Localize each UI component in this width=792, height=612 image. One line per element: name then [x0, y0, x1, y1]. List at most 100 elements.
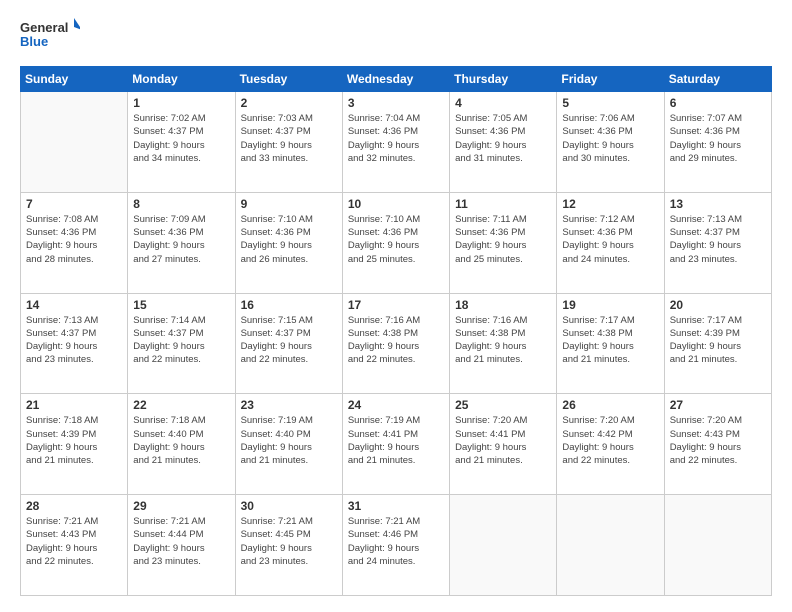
day-number: 13 — [670, 197, 766, 211]
day-number: 23 — [241, 398, 337, 412]
day-cell: 25 Sunrise: 7:20 AMSunset: 4:41 PMDayligh… — [450, 394, 557, 495]
day-number: 28 — [26, 499, 122, 513]
day-number: 26 — [562, 398, 658, 412]
svg-text:Blue: Blue — [20, 34, 48, 49]
day-cell: 8Sunrise: 7:09 AMSunset: 4:36 PMDaylight… — [128, 192, 235, 293]
day-cell: 5 Sunrise: 7:06 AMSunset: 4:36 PMDaylight… — [557, 92, 664, 193]
day-number: 1 — [133, 96, 229, 110]
day-number: 16 — [241, 298, 337, 312]
svg-text:General: General — [20, 20, 68, 35]
day-info: Sunrise: 7:09 AMSunset: 4:36 PMDaylight:… — [133, 213, 229, 266]
day-cell: 21 Sunrise: 7:18 AMSunset: 4:39 PMDayligh… — [21, 394, 128, 495]
day-number: 31 — [348, 499, 444, 513]
day-info: Sunrise: 7:20 AMSunset: 4:42 PMDaylight:… — [562, 414, 658, 467]
day-number: 19 — [562, 298, 658, 312]
day-number: 14 — [26, 298, 122, 312]
day-info: Sunrise: 7:08 AMSunset: 4:36 PMDaylight:… — [26, 213, 122, 266]
header-cell-friday: Friday — [557, 67, 664, 92]
day-cell — [21, 92, 128, 193]
day-cell: 29 Sunrise: 7:21 AMSunset: 4:44 PMDayligh… — [128, 495, 235, 596]
day-info: Sunrise: 7:13 AMSunset: 4:37 PMDaylight:… — [670, 213, 766, 266]
day-number: 30 — [241, 499, 337, 513]
week-row-4: 21 Sunrise: 7:18 AMSunset: 4:39 PMDayligh… — [21, 394, 772, 495]
day-cell: 30 Sunrise: 7:21 AMSunset: 4:45 PMDayligh… — [235, 495, 342, 596]
day-cell: 17 Sunrise: 7:16 AMSunset: 4:38 PMDayligh… — [342, 293, 449, 394]
day-info: Sunrise: 7:14 AMSunset: 4:37 PMDaylight:… — [133, 314, 229, 367]
day-info: Sunrise: 7:20 AMSunset: 4:43 PMDaylight:… — [670, 414, 766, 467]
day-number: 7 — [26, 197, 122, 211]
day-cell: 16 Sunrise: 7:15 AMSunset: 4:37 PMDayligh… — [235, 293, 342, 394]
day-number: 4 — [455, 96, 551, 110]
day-number: 21 — [26, 398, 122, 412]
day-cell: 12Sunrise: 7:12 AMSunset: 4:36 PMDayligh… — [557, 192, 664, 293]
day-cell: 9Sunrise: 7:10 AMSunset: 4:36 PMDaylight… — [235, 192, 342, 293]
day-info: Sunrise: 7:10 AMSunset: 4:36 PMDaylight:… — [241, 213, 337, 266]
day-info: Sunrise: 7:16 AMSunset: 4:38 PMDaylight:… — [455, 314, 551, 367]
day-info: Sunrise: 7:13 AMSunset: 4:37 PMDaylight:… — [26, 314, 122, 367]
day-info: Sunrise: 7:02 AMSunset: 4:37 PMDaylight:… — [133, 112, 229, 165]
day-info: Sunrise: 7:03 AMSunset: 4:37 PMDaylight:… — [241, 112, 337, 165]
day-info: Sunrise: 7:17 AMSunset: 4:38 PMDaylight:… — [562, 314, 658, 367]
day-info: Sunrise: 7:20 AMSunset: 4:41 PMDaylight:… — [455, 414, 551, 467]
day-number: 2 — [241, 96, 337, 110]
day-info: Sunrise: 7:21 AMSunset: 4:44 PMDaylight:… — [133, 515, 229, 568]
header: General Blue — [20, 16, 772, 56]
day-info: Sunrise: 7:16 AMSunset: 4:38 PMDaylight:… — [348, 314, 444, 367]
day-cell — [450, 495, 557, 596]
day-number: 3 — [348, 96, 444, 110]
logo: General Blue — [20, 16, 80, 56]
day-info: Sunrise: 7:21 AMSunset: 4:45 PMDaylight:… — [241, 515, 337, 568]
day-cell: 3 Sunrise: 7:04 AMSunset: 4:36 PMDaylight… — [342, 92, 449, 193]
day-number: 25 — [455, 398, 551, 412]
day-number: 15 — [133, 298, 229, 312]
day-info: Sunrise: 7:07 AMSunset: 4:36 PMDaylight:… — [670, 112, 766, 165]
day-cell: 2 Sunrise: 7:03 AMSunset: 4:37 PMDaylight… — [235, 92, 342, 193]
day-cell: 22 Sunrise: 7:18 AMSunset: 4:40 PMDayligh… — [128, 394, 235, 495]
day-number: 12 — [562, 197, 658, 211]
week-row-3: 14 Sunrise: 7:13 AMSunset: 4:37 PMDayligh… — [21, 293, 772, 394]
day-number: 17 — [348, 298, 444, 312]
day-cell: 18 Sunrise: 7:16 AMSunset: 4:38 PMDayligh… — [450, 293, 557, 394]
header-cell-sunday: Sunday — [21, 67, 128, 92]
header-cell-thursday: Thursday — [450, 67, 557, 92]
page: General Blue SundayMondayTuesdayWednesda… — [0, 0, 792, 612]
day-info: Sunrise: 7:15 AMSunset: 4:37 PMDaylight:… — [241, 314, 337, 367]
day-cell: 7 Sunrise: 7:08 AMSunset: 4:36 PMDaylight… — [21, 192, 128, 293]
calendar-table: SundayMondayTuesdayWednesdayThursdayFrid… — [20, 66, 772, 596]
header-cell-wednesday: Wednesday — [342, 67, 449, 92]
day-info: Sunrise: 7:04 AMSunset: 4:36 PMDaylight:… — [348, 112, 444, 165]
day-info: Sunrise: 7:21 AMSunset: 4:43 PMDaylight:… — [26, 515, 122, 568]
day-info: Sunrise: 7:10 AMSunset: 4:36 PMDaylight:… — [348, 213, 444, 266]
day-number: 5 — [562, 96, 658, 110]
day-info: Sunrise: 7:11 AMSunset: 4:36 PMDaylight:… — [455, 213, 551, 266]
day-cell: 11 Sunrise: 7:11 AMSunset: 4:36 PMDayligh… — [450, 192, 557, 293]
header-cell-saturday: Saturday — [664, 67, 771, 92]
day-info: Sunrise: 7:18 AMSunset: 4:39 PMDaylight:… — [26, 414, 122, 467]
day-cell: 31 Sunrise: 7:21 AMSunset: 4:46 PMDayligh… — [342, 495, 449, 596]
day-info: Sunrise: 7:19 AMSunset: 4:41 PMDaylight:… — [348, 414, 444, 467]
day-info: Sunrise: 7:19 AMSunset: 4:40 PMDaylight:… — [241, 414, 337, 467]
day-number: 27 — [670, 398, 766, 412]
day-number: 10 — [348, 197, 444, 211]
logo-svg: General Blue — [20, 16, 80, 56]
day-info: Sunrise: 7:21 AMSunset: 4:46 PMDaylight:… — [348, 515, 444, 568]
day-cell: 15 Sunrise: 7:14 AMSunset: 4:37 PMDayligh… — [128, 293, 235, 394]
day-number: 18 — [455, 298, 551, 312]
day-info: Sunrise: 7:06 AMSunset: 4:36 PMDaylight:… — [562, 112, 658, 165]
day-cell: 23 Sunrise: 7:19 AMSunset: 4:40 PMDayligh… — [235, 394, 342, 495]
header-cell-monday: Monday — [128, 67, 235, 92]
day-cell: 6 Sunrise: 7:07 AMSunset: 4:36 PMDaylight… — [664, 92, 771, 193]
day-info: Sunrise: 7:18 AMSunset: 4:40 PMDaylight:… — [133, 414, 229, 467]
day-cell: 24Sunrise: 7:19 AMSunset: 4:41 PMDayligh… — [342, 394, 449, 495]
day-cell — [664, 495, 771, 596]
day-cell: 4Sunrise: 7:05 AMSunset: 4:36 PMDaylight… — [450, 92, 557, 193]
day-number: 6 — [670, 96, 766, 110]
week-row-5: 28 Sunrise: 7:21 AMSunset: 4:43 PMDayligh… — [21, 495, 772, 596]
day-number: 11 — [455, 197, 551, 211]
day-cell: 14 Sunrise: 7:13 AMSunset: 4:37 PMDayligh… — [21, 293, 128, 394]
day-number: 22 — [133, 398, 229, 412]
day-cell — [557, 495, 664, 596]
day-info: Sunrise: 7:17 AMSunset: 4:39 PMDaylight:… — [670, 314, 766, 367]
day-cell: 28 Sunrise: 7:21 AMSunset: 4:43 PMDayligh… — [21, 495, 128, 596]
day-number: 29 — [133, 499, 229, 513]
